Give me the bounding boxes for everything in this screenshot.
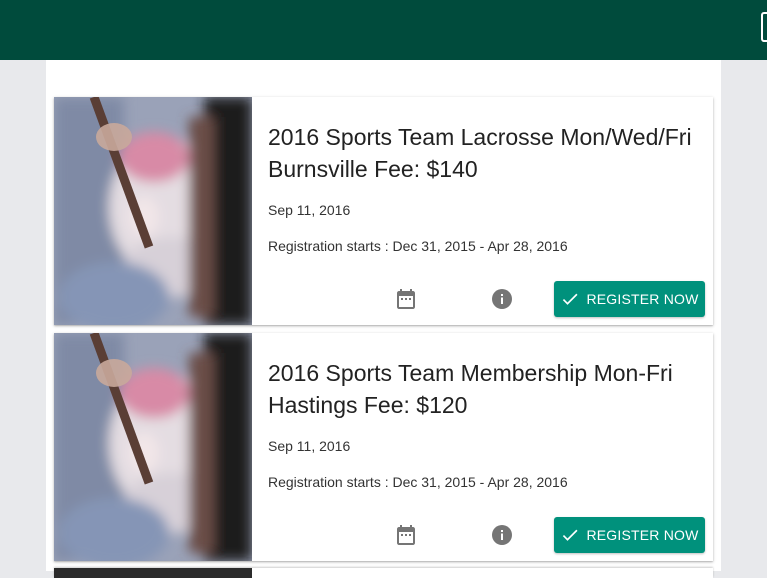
event-card: 2016 Sports Team Membership Mon-Fri Hast…	[54, 333, 713, 561]
event-thumbnail	[54, 333, 252, 561]
event-thumbnail	[54, 97, 252, 325]
register-now-button[interactable]: REGISTER NOW	[554, 281, 705, 317]
event-title[interactable]: 2016 Sports Team Membership Mon-Fri Hast…	[268, 357, 698, 421]
event-list: 2016 Sports Team Lacrosse Mon/Wed/Fri Bu…	[46, 60, 721, 578]
calendar-icon[interactable]	[394, 523, 418, 547]
calendar-icon[interactable]	[394, 287, 418, 311]
menu-button[interactable]	[761, 12, 767, 42]
top-app-bar	[0, 0, 767, 60]
event-card: 2016 Sports Team Lacrosse Mon/Wed/Fri Bu…	[54, 97, 713, 325]
check-icon	[563, 529, 578, 541]
register-now-label: REGISTER NOW	[586, 291, 699, 307]
registration-period: Registration starts : Dec 31, 2015 - Apr…	[268, 238, 568, 254]
info-icon[interactable]	[490, 287, 514, 311]
event-thumbnail	[54, 568, 252, 578]
card-actions: REGISTER NOW	[384, 281, 706, 317]
card-actions: REGISTER NOW	[384, 517, 706, 553]
event-card-partial	[54, 568, 713, 578]
event-date: Sep 11, 2016	[268, 438, 351, 454]
register-now-button[interactable]: REGISTER NOW	[554, 517, 705, 553]
register-now-label: REGISTER NOW	[586, 527, 699, 543]
check-icon	[563, 293, 578, 305]
registration-period: Registration starts : Dec 31, 2015 - Apr…	[268, 474, 568, 490]
event-date: Sep 11, 2016	[268, 202, 351, 218]
event-title[interactable]: 2016 Sports Team Lacrosse Mon/Wed/Fri Bu…	[268, 121, 698, 185]
info-icon[interactable]	[490, 523, 514, 547]
